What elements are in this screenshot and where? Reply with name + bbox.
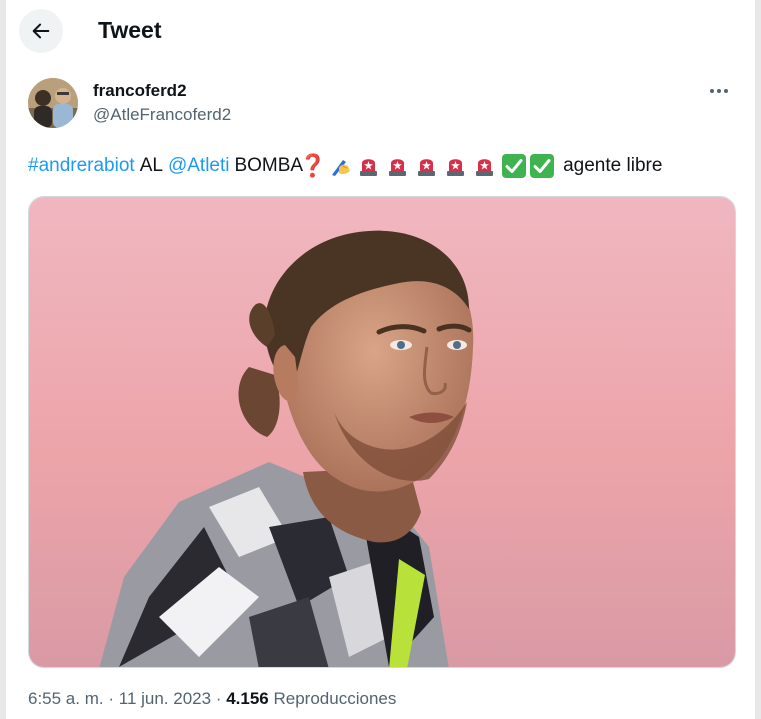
- tweet-header: Tweet: [6, 0, 755, 60]
- tweet-media-photo[interactable]: [28, 196, 736, 668]
- check-emoji-group: [502, 154, 558, 178]
- more-dots-icon: [710, 89, 714, 93]
- writing-hand-emoji-icon: [329, 154, 353, 178]
- tweet-meta: 6:55 a. m. · 11 jun. 2023 · 4.156 Reprod…: [28, 689, 396, 709]
- siren-emoji-icon: [357, 155, 380, 177]
- siren-emoji-group: [357, 155, 502, 177]
- more-options-button[interactable]: [704, 80, 734, 102]
- views-label: Reproducciones: [273, 689, 397, 708]
- author-display-name[interactable]: francoferd2: [93, 81, 187, 101]
- tweet-text-end: agente libre: [563, 155, 663, 176]
- views-count: 4.156: [226, 689, 269, 708]
- avatar[interactable]: [28, 78, 78, 128]
- siren-emoji-icon: [444, 155, 467, 177]
- siren-emoji-icon: [386, 155, 409, 177]
- check-mark-emoji-icon: [502, 154, 527, 178]
- tweet-time[interactable]: 6:55 a. m.: [28, 689, 104, 708]
- meta-separator: ·: [108, 689, 115, 708]
- siren-emoji-icon: [473, 155, 496, 177]
- tweet-text: #andrerabiot AL @Atleti BOMBA ❓ agente l…: [28, 153, 738, 179]
- question-mark-emoji-icon: ❓: [299, 153, 327, 178]
- siren-emoji-icon: [415, 155, 438, 177]
- tweet-text-al: AL: [139, 155, 163, 176]
- hashtag-link[interactable]: #andrerabiot: [28, 153, 135, 179]
- window-edge-left: [0, 0, 6, 719]
- window-edge-right: [755, 0, 761, 719]
- meta-separator: ·: [215, 689, 222, 708]
- arrow-left-icon: [32, 23, 50, 39]
- back-button[interactable]: [19, 9, 63, 53]
- author-handle[interactable]: @AtleFrancoferd2: [93, 105, 231, 125]
- check-mark-emoji-icon: [530, 154, 555, 178]
- mention-link[interactable]: @Atleti: [168, 153, 230, 179]
- tweet-date[interactable]: 11 jun. 2023: [119, 689, 211, 708]
- photo-image: [29, 197, 735, 667]
- tweet-author: francoferd2 @AtleFrancoferd2: [28, 76, 738, 132]
- page-title: Tweet: [98, 17, 162, 43]
- tweet-text-bomba: BOMBA: [234, 155, 304, 176]
